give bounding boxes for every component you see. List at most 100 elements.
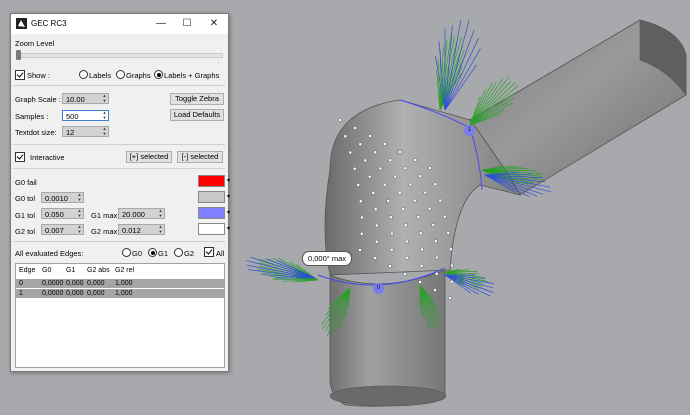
control-point[interactable] xyxy=(383,142,387,146)
g1-max-input[interactable]: 20.000 ▲ ▼ xyxy=(118,208,165,219)
control-point[interactable] xyxy=(403,272,407,276)
control-point[interactable] xyxy=(358,248,362,252)
control-point[interactable] xyxy=(450,263,454,268)
spin-arrows-icon[interactable]: ▲ ▼ xyxy=(76,224,83,234)
g2-tol-input[interactable]: 0.007 ▲ ▼ xyxy=(41,224,84,235)
close-button[interactable]: ✕ xyxy=(201,14,227,34)
dropdown-arrow-icon[interactable]: ▼ xyxy=(226,226,231,232)
control-point[interactable] xyxy=(363,158,368,163)
column-header-edge[interactable]: Edge xyxy=(19,267,35,274)
control-point[interactable] xyxy=(433,288,437,292)
control-point[interactable] xyxy=(446,231,451,235)
control-point[interactable] xyxy=(393,174,398,179)
control-point[interactable] xyxy=(433,239,438,244)
minimize-button[interactable]: — xyxy=(148,14,174,34)
control-point[interactable] xyxy=(419,263,424,268)
toggle-zebra-button[interactable]: Toggle Zebra xyxy=(170,93,224,105)
control-point[interactable] xyxy=(356,183,361,187)
control-point[interactable] xyxy=(408,182,413,187)
spin-arrows-icon[interactable]: ▲ ▼ xyxy=(101,126,108,136)
table-row[interactable]: 1 0,0000 0,000 0,000 1,000 xyxy=(16,289,224,298)
edge-point-label-1[interactable]: 1 xyxy=(464,125,475,136)
g2-max-input[interactable]: 0.012 ▲ ▼ xyxy=(118,224,165,235)
spin-arrows-icon[interactable]: ▲ ▼ xyxy=(76,192,83,202)
control-point[interactable] xyxy=(420,247,424,252)
control-point[interactable] xyxy=(358,199,363,204)
spin-arrows-icon[interactable]: ▲ ▼ xyxy=(157,224,164,234)
edge-point-label-0[interactable]: 0 xyxy=(373,283,384,294)
column-header-g2abs[interactable]: G2 abs xyxy=(87,267,110,274)
g2-color-swatch[interactable] xyxy=(198,223,225,235)
control-point[interactable] xyxy=(352,166,357,171)
control-point[interactable] xyxy=(434,271,439,276)
g1-tol-input[interactable]: 0.050 ▲ ▼ xyxy=(41,208,84,219)
control-point[interactable] xyxy=(373,256,377,260)
control-point[interactable] xyxy=(359,231,364,236)
column-header-g2rel[interactable]: G2 rel xyxy=(115,267,134,274)
all-checkbox[interactable] xyxy=(204,247,214,257)
control-point[interactable] xyxy=(390,231,394,236)
spin-arrows-icon[interactable]: ▲ ▼ xyxy=(157,208,164,218)
g1-color-swatch[interactable] xyxy=(198,207,225,219)
control-point[interactable] xyxy=(382,182,387,187)
control-point[interactable] xyxy=(367,174,372,179)
control-point[interactable] xyxy=(448,247,453,252)
g0-color-swatch[interactable] xyxy=(198,191,225,203)
zoom-slider-track[interactable] xyxy=(17,53,223,58)
column-header-g1[interactable]: G1 xyxy=(66,267,75,274)
control-point[interactable] xyxy=(403,166,408,171)
dropdown-arrow-icon[interactable]: ▼ xyxy=(226,194,231,200)
plus-selected-button[interactable]: [+] selected xyxy=(126,151,172,163)
control-point[interactable] xyxy=(375,223,379,228)
control-point[interactable] xyxy=(448,296,452,300)
control-point[interactable] xyxy=(397,190,402,195)
control-point[interactable] xyxy=(404,255,409,260)
control-point[interactable] xyxy=(343,134,348,139)
control-point[interactable] xyxy=(386,199,391,203)
control-point[interactable] xyxy=(405,239,409,244)
control-point[interactable] xyxy=(418,174,423,179)
control-point[interactable] xyxy=(388,215,393,220)
g0-tol-input[interactable]: 0.0010 ▲ ▼ xyxy=(41,192,84,203)
graph-scale-input[interactable]: 10.00 ▲ ▼ xyxy=(62,93,109,104)
textdot-size-input[interactable]: 12 ▲ ▼ xyxy=(62,126,109,137)
control-point[interactable] xyxy=(401,207,406,211)
control-point[interactable] xyxy=(418,280,422,284)
table-row[interactable]: 0 0,0000 0,000 0,000 1,000 xyxy=(16,279,224,288)
control-point[interactable] xyxy=(449,279,454,284)
control-point[interactable] xyxy=(373,150,378,155)
spin-arrows-icon[interactable]: ▲ ▼ xyxy=(101,110,108,120)
control-point[interactable] xyxy=(374,239,379,244)
radio-g1[interactable] xyxy=(148,248,157,257)
edges-table[interactable]: Edge G0 G1 G2 abs G2 rel 0 0,0000 0,000 … xyxy=(15,263,225,368)
control-point[interactable] xyxy=(368,134,372,138)
dropdown-arrow-icon[interactable]: ▼ xyxy=(226,178,231,184)
radio-g0[interactable] xyxy=(122,248,131,257)
radio-g2[interactable] xyxy=(174,248,183,257)
load-defaults-button[interactable]: Load Defaults xyxy=(170,109,224,121)
control-point[interactable] xyxy=(388,158,393,163)
interactive-checkbox[interactable] xyxy=(15,152,25,162)
control-point[interactable] xyxy=(427,206,432,211)
radio-labels[interactable] xyxy=(79,70,88,79)
control-point[interactable] xyxy=(388,264,392,268)
column-header-g0[interactable]: G0 xyxy=(42,267,51,274)
control-point[interactable] xyxy=(435,255,439,260)
control-point[interactable] xyxy=(428,166,432,170)
dropdown-arrow-icon[interactable]: ▼ xyxy=(226,210,231,216)
control-point[interactable] xyxy=(378,166,383,171)
control-point[interactable] xyxy=(338,118,342,122)
control-point[interactable] xyxy=(389,247,394,252)
control-point[interactable] xyxy=(398,150,402,154)
control-point[interactable] xyxy=(358,142,363,147)
control-point[interactable] xyxy=(403,223,408,228)
control-point[interactable] xyxy=(348,150,353,155)
control-point[interactable] xyxy=(412,198,417,203)
title-bar[interactable]: GEC RC3 — ☐ ✕ xyxy=(11,14,228,34)
control-point[interactable] xyxy=(373,207,378,212)
spin-arrows-icon[interactable]: ▲ ▼ xyxy=(76,208,83,218)
control-point[interactable] xyxy=(442,214,447,219)
control-point[interactable] xyxy=(423,190,428,195)
control-point[interactable] xyxy=(418,231,423,236)
control-point[interactable] xyxy=(438,198,443,203)
